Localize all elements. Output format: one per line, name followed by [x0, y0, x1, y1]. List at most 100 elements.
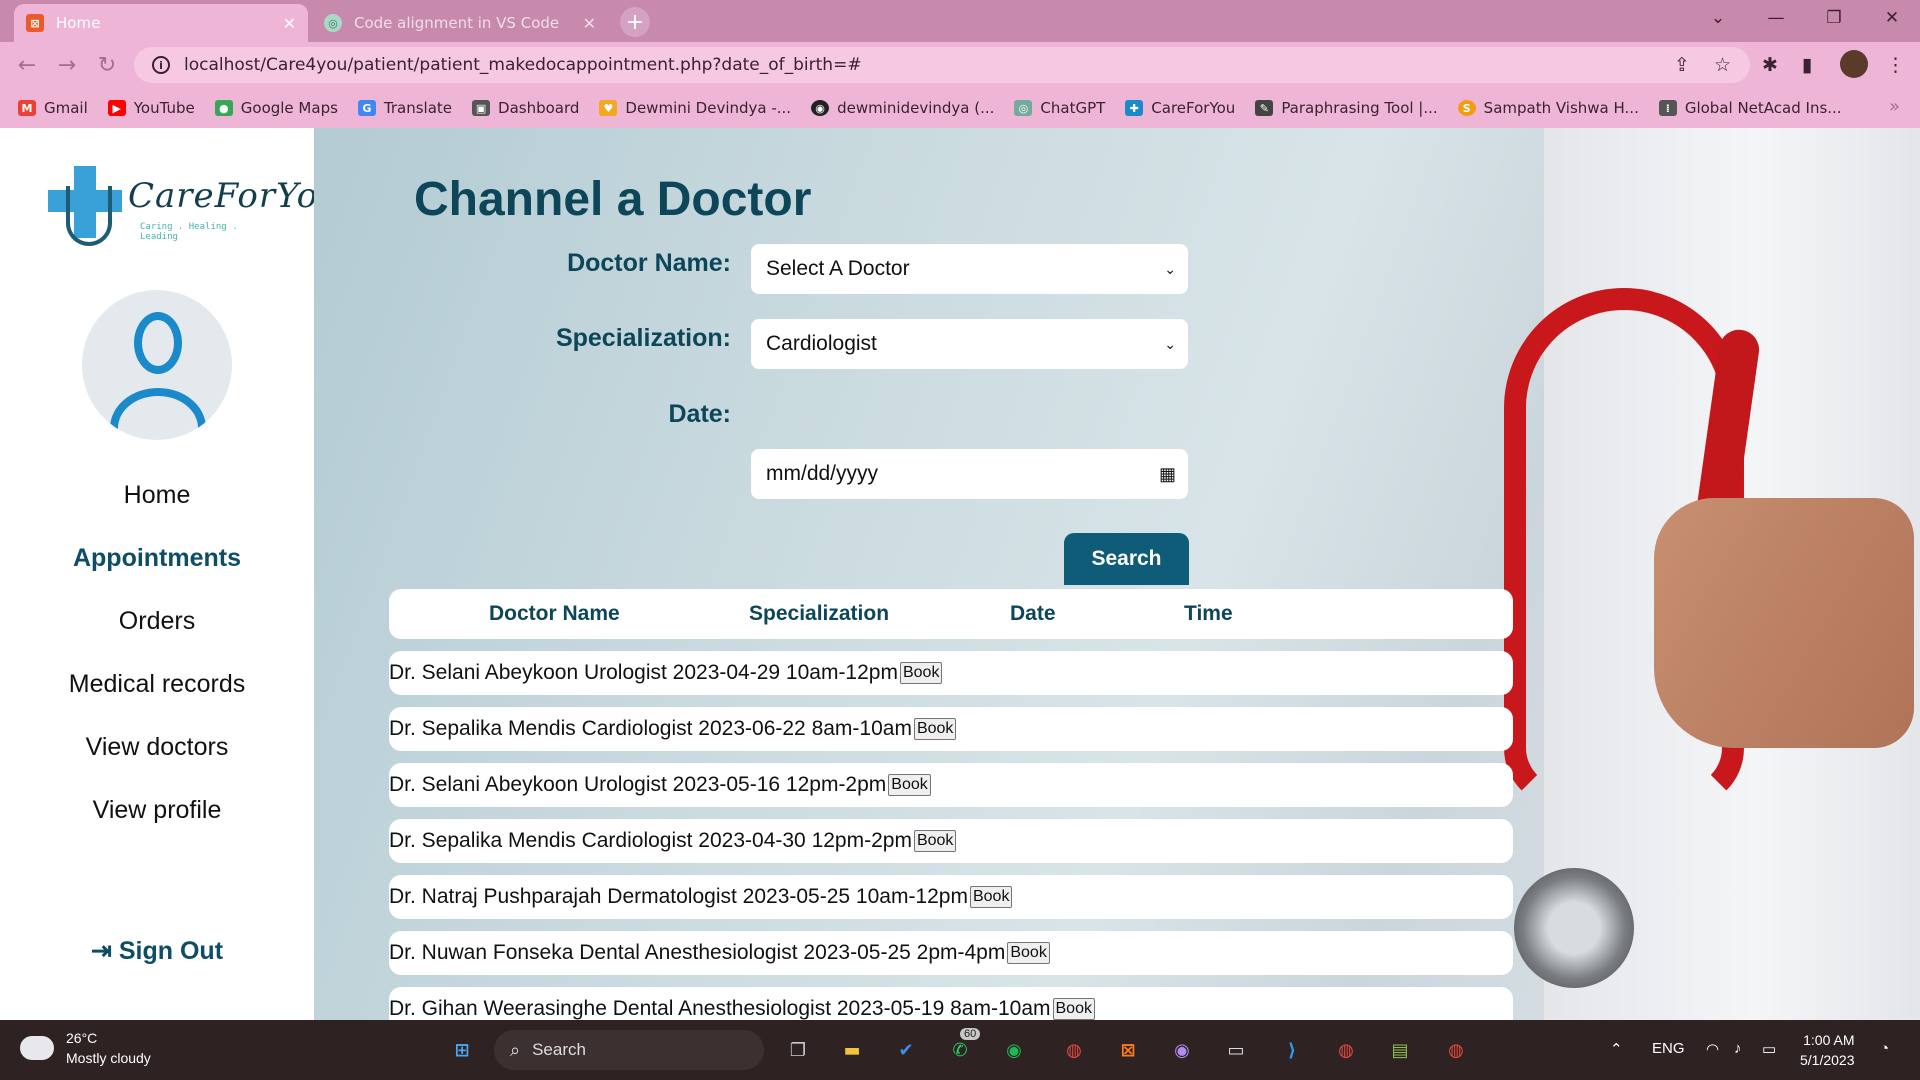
bookmark-youtube[interactable]: ▶ YouTube	[107, 99, 195, 117]
profile-avatar[interactable]	[1840, 50, 1868, 78]
sidebar-item-appointments[interactable]: Appointments	[0, 527, 314, 590]
sidebar-item-view-doctors[interactable]: View doctors	[0, 716, 314, 779]
doctor-name-label: Doctor Name:	[567, 249, 731, 277]
doctor-select-value: Select A Doctor	[766, 257, 910, 280]
bookmark-translate[interactable]: G Translate	[357, 99, 452, 117]
todo-icon[interactable]: ✔	[890, 1034, 922, 1066]
clock-date: 5/1/2023	[1800, 1052, 1855, 1068]
book-button[interactable]: Book	[899, 662, 943, 684]
chrome-icon[interactable]: ◍	[1058, 1034, 1090, 1066]
sidebar-item-view-profile[interactable]: View profile	[0, 779, 314, 842]
bookmark-gmail[interactable]: M Gmail	[18, 99, 88, 117]
book-button[interactable]: Book	[969, 886, 1013, 908]
windows-start-icon[interactable]: ⊞	[446, 1034, 478, 1066]
bookmark-label: Sampath Vishwa H...	[1483, 99, 1639, 117]
file-explorer-icon[interactable]: ▬	[836, 1034, 868, 1066]
wifi-icon[interactable]: ◠	[1706, 1040, 1719, 1058]
bookmark-chatgpt[interactable]: ◎ ChatGPT	[1014, 99, 1105, 117]
column-header-doctor-name: Doctor Name	[489, 602, 620, 625]
tab-search-icon[interactable]: ⌄	[1690, 0, 1746, 36]
taskbar-search[interactable]: ⌕ Search	[494, 1030, 764, 1070]
specialization-label: Specialization:	[555, 324, 731, 352]
close-tab-icon[interactable]: ✕	[283, 14, 296, 33]
side-panel-icon[interactable]: ▮	[1802, 54, 1812, 76]
battery-icon[interactable]: ▭	[1762, 1040, 1776, 1058]
book-button[interactable]: Book	[1052, 998, 1095, 1020]
careforyou-logo[interactable]: CareForYou Caring . Healing . Leading	[46, 166, 340, 256]
search-button[interactable]: Search	[1064, 533, 1189, 585]
date-label: Date:	[668, 400, 731, 428]
notification-icon[interactable]: ◔	[1880, 1040, 1889, 1057]
chrome-alt-icon[interactable]: ◍	[1440, 1034, 1472, 1066]
heart-icon: ♥	[599, 100, 618, 116]
specialization-select[interactable]: Cardiologist ⌄	[751, 319, 1188, 369]
new-tab-button[interactable]: +	[620, 7, 650, 37]
close-tab-icon[interactable]: ✕	[583, 14, 596, 33]
date-input[interactable]: mm/dd/yyyy ▦	[751, 449, 1188, 499]
volume-icon[interactable]: ♪	[1734, 1040, 1742, 1057]
book-button[interactable]: Book	[913, 718, 957, 740]
sign-out-icon: ⇥	[90, 937, 112, 965]
extensions-icon[interactable]: ✱	[1762, 54, 1778, 76]
reload-button[interactable]: ↻	[92, 50, 122, 80]
bookmark-paraphrasing[interactable]: ✎ Paraphrasing Tool |...	[1255, 99, 1438, 117]
calendar-icon[interactable]: ▦	[1159, 464, 1176, 485]
bookmark-netacad[interactable]: ⁞ Global NetAcad Ins...	[1658, 99, 1842, 117]
xampp-icon[interactable]: ⊠	[1112, 1034, 1144, 1066]
vscode-icon[interactable]: ⟩	[1276, 1034, 1308, 1066]
row-text: Dr. Sepalika Mendis Cardiologist 2023-06…	[389, 717, 912, 740]
windows-taskbar: 26°C Mostly cloudy ⊞ ⌕ Search ❐ ▬ ✔ ✆ 60…	[0, 1020, 1920, 1080]
tab-label: Home	[56, 14, 101, 32]
book-button[interactable]: Book	[1007, 942, 1050, 964]
bookmark-dewmini[interactable]: ♥ Dewmini Devindya -...	[599, 99, 791, 117]
stethoscope-icon	[66, 186, 112, 246]
column-header-date: Date	[1010, 602, 1056, 625]
book-button[interactable]: Book	[913, 830, 957, 852]
terminal-icon[interactable]: ▭	[1220, 1034, 1252, 1066]
book-button[interactable]: Book	[888, 774, 931, 796]
table-row: Dr. Selani Abeykoon Urologist 2023-05-16…	[389, 763, 1513, 807]
language-indicator[interactable]: ENG	[1652, 1040, 1685, 1057]
chevron-up-icon[interactable]: ⌃	[1610, 1040, 1623, 1058]
sidebar-item-medical-records[interactable]: Medical records	[0, 653, 314, 716]
tab-code-alignment[interactable]: ◎ Code alignment in VS Code ✕	[312, 4, 608, 42]
date-placeholder: mm/dd/yyyy	[766, 462, 879, 485]
url-input[interactable]: i localhost/Care4you/patient/patient_mak…	[134, 47, 1750, 83]
restore-button[interactable]: ❐	[1806, 0, 1862, 36]
tab-home[interactable]: ⊠ Home ✕	[14, 4, 308, 42]
user-avatar[interactable]	[82, 290, 232, 440]
notepad-icon[interactable]: ▤	[1384, 1034, 1416, 1066]
brand-tagline: Caring . Healing . Leading	[140, 222, 238, 242]
system-clock[interactable]: 1:00 AM 5/1/2023	[1800, 1030, 1855, 1070]
dashboard-icon: ▣	[472, 100, 491, 116]
bookmark-label: Google Maps	[240, 99, 338, 117]
more-menu-icon[interactable]: ⋮	[1886, 54, 1905, 76]
bookmark-careforyou[interactable]: ✚ CareForYou	[1125, 99, 1235, 117]
bookmark-star-icon[interactable]: ☆	[1714, 54, 1731, 76]
youtube-icon: ▶	[107, 100, 126, 116]
share-icon[interactable]: ⇪	[1674, 54, 1690, 76]
spotify-icon[interactable]: ◉	[998, 1034, 1030, 1066]
bookmark-dashboard[interactable]: ▣ Dashboard	[472, 99, 579, 117]
doctor-select[interactable]: Select A Doctor ⌄	[751, 244, 1188, 294]
table-row: Dr. Nuwan Fonseka Dental Anesthesiologis…	[389, 931, 1513, 975]
sign-out-button[interactable]: ⇥ Sign Out	[0, 936, 314, 966]
sidebar-item-home[interactable]: Home	[0, 464, 314, 527]
bookmark-github[interactable]: ◉ dewminidevindya (...	[811, 99, 994, 117]
back-button[interactable]: ←	[12, 50, 42, 80]
chrome-profile-icon[interactable]: ◍	[1330, 1034, 1362, 1066]
close-window-button[interactable]: ✕	[1864, 0, 1920, 36]
weather-desc: Mostly cloudy	[66, 1050, 151, 1066]
bookmark-google-maps[interactable]: ● Google Maps	[214, 99, 338, 117]
chatgpt-icon: ◎	[324, 14, 342, 32]
sidebar-item-orders[interactable]: Orders	[0, 590, 314, 653]
more-bookmarks-icon[interactable]: »	[1889, 96, 1900, 117]
minimize-button[interactable]: —	[1748, 0, 1804, 36]
github-desktop-icon[interactable]: ◉	[1166, 1034, 1198, 1066]
weather-widget[interactable]: 26°C Mostly cloudy	[16, 1028, 151, 1068]
bookmark-sampath[interactable]: S Sampath Vishwa H...	[1457, 99, 1639, 117]
forward-button[interactable]: →	[52, 50, 82, 80]
task-view-icon[interactable]: ❐	[782, 1034, 814, 1066]
site-info-icon[interactable]: i	[152, 56, 170, 74]
careforyou-icon: ✚	[1125, 100, 1144, 116]
